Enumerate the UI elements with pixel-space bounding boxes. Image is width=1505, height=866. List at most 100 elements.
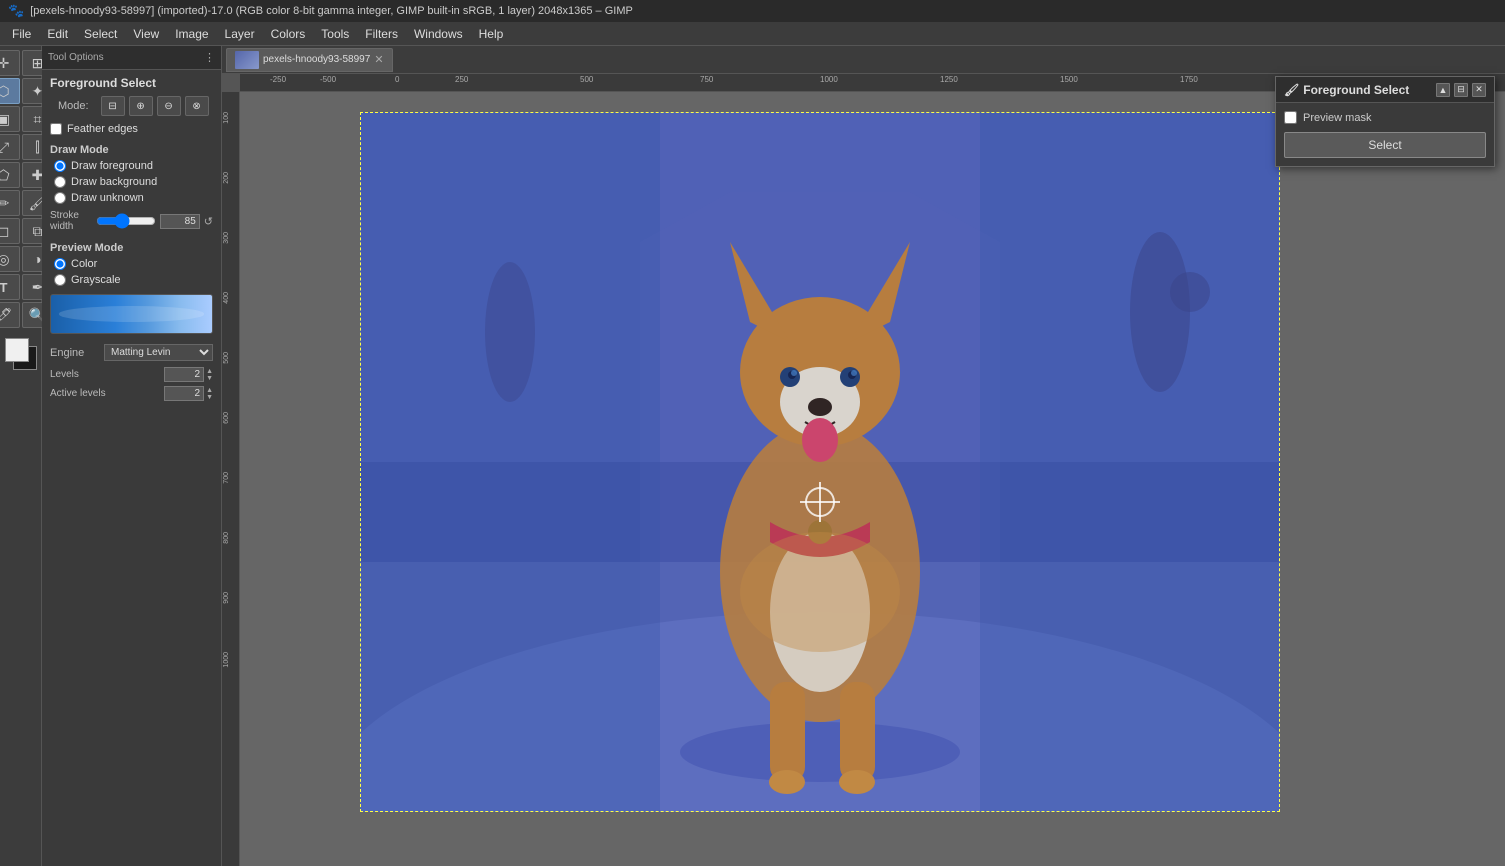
- image-tab[interactable]: pexels-hnoody93-58997 ✕: [226, 48, 393, 72]
- draw-background-row: Draw background: [42, 174, 221, 190]
- active-levels-spinner-arrows[interactable]: ▲ ▼: [206, 387, 213, 401]
- free-select-tool[interactable]: ⬡: [0, 78, 20, 104]
- menu-item-colors[interactable]: Colors: [263, 25, 314, 43]
- fg-panel-title-bar: 🖌 Foreground Select ▲ ⊟ ✕: [1276, 77, 1494, 103]
- stroke-width-slider[interactable]: [96, 213, 156, 229]
- select-button[interactable]: Select: [1284, 132, 1486, 158]
- fg-panel-title-text: Foreground Select: [1303, 83, 1409, 97]
- engine-select[interactable]: Matting Levin Matting Global: [104, 344, 213, 361]
- canvas-viewport[interactable]: [240, 92, 1505, 866]
- text-tool[interactable]: T: [0, 274, 20, 300]
- engine-label: Engine: [50, 347, 100, 359]
- tool-options-panel: Tool Options ⋮ Foreground Select Mode: ⊟…: [42, 46, 222, 866]
- draw-mode-section-label: Draw Mode: [42, 138, 221, 158]
- draw-background-radio[interactable]: [54, 176, 66, 188]
- foreground-color-swatch[interactable]: [5, 338, 29, 362]
- ruler-tick-label: 1750: [1180, 75, 1198, 84]
- menu-item-tools[interactable]: Tools: [313, 25, 357, 43]
- image-tabs: pexels-hnoody93-58997 ✕: [222, 46, 1505, 74]
- blur-tool[interactable]: ◎: [0, 246, 20, 272]
- ruler-tick-label: 0: [395, 75, 399, 84]
- menu-item-edit[interactable]: Edit: [39, 25, 76, 43]
- levels-value[interactable]: [164, 367, 204, 382]
- ruler-v-tick: 400: [223, 292, 230, 304]
- close-icon: ✕: [1475, 84, 1483, 95]
- ruler-v-tick: 300: [223, 232, 230, 244]
- mode-intersect-tab[interactable]: ⊗: [185, 96, 209, 116]
- mode-replace-tab[interactable]: ⊟: [101, 96, 125, 116]
- ruler-vertical: 100 200 300 400 500 600 700 800 900 1000: [222, 92, 240, 866]
- levels-label: Levels: [50, 369, 160, 380]
- fg-panel-close-btn[interactable]: ✕: [1472, 83, 1486, 97]
- color-preview-radio[interactable]: [54, 258, 66, 270]
- perspective-tool[interactable]: ⬠: [0, 162, 20, 188]
- menu-item-file[interactable]: File: [4, 25, 39, 43]
- tab-close-icon[interactable]: ✕: [374, 53, 383, 66]
- pencil-tool[interactable]: ✏: [0, 190, 20, 216]
- draw-unknown-radio[interactable]: [54, 192, 66, 204]
- tool-options-header: Tool Options ⋮: [42, 46, 221, 70]
- fg-panel-detach-btn[interactable]: ⊟: [1454, 83, 1468, 97]
- fg-panel-collapse-btn[interactable]: ▲: [1436, 83, 1450, 97]
- stroke-width-reset-icon[interactable]: ↺: [204, 215, 213, 228]
- title-bar: 🐾 [pexels-hnoody93-58997] (imported)-17.…: [0, 0, 1505, 22]
- feather-edges-checkbox[interactable]: [50, 123, 62, 135]
- stroke-width-value[interactable]: 85: [160, 214, 200, 229]
- feather-edges-row: Feather edges: [42, 120, 221, 138]
- tool-name-title: Foreground Select: [42, 70, 221, 94]
- preview-mask-checkbox[interactable]: [1284, 111, 1297, 124]
- title-text: [pexels-hnoody93-58997] (imported)-17.0 …: [30, 5, 633, 17]
- fg-select-panel: 🖌 Foreground Select ▲ ⊟ ✕: [1275, 76, 1495, 167]
- ruler-tick-label: 1500: [1060, 75, 1078, 84]
- canvas-area: pexels-hnoody93-58997 ✕ -250 -500 0 250 …: [222, 46, 1505, 866]
- active-levels-row: Active levels ▲ ▼: [42, 384, 221, 403]
- scale-tool[interactable]: ⤢: [0, 134, 20, 160]
- draw-unknown-row: Draw unknown: [42, 190, 221, 206]
- mode-row: Mode: ⊟ ⊕ ⊖ ⊗: [42, 94, 221, 120]
- menu-item-filters[interactable]: Filters: [357, 25, 406, 43]
- eraser-tool[interactable]: ◻: [0, 218, 20, 244]
- menu-item-help[interactable]: Help: [471, 25, 512, 43]
- color-picker-tool[interactable]: 🖋: [0, 302, 20, 328]
- ruler-tick-label: 750: [700, 75, 713, 84]
- ruler-v-tick: 600: [223, 412, 230, 424]
- panel-menu-icon[interactable]: ⋮: [204, 51, 215, 64]
- collapse-icon: ▲: [1439, 85, 1448, 95]
- ruler-v-content: 100 200 300 400 500 600 700 800 900 1000: [222, 92, 239, 866]
- rect-select-tool[interactable]: ▣: [0, 106, 20, 132]
- grayscale-preview-radio[interactable]: [54, 274, 66, 286]
- menu-bar: FileEditSelectViewImageLayerColorsToolsF…: [0, 22, 1505, 46]
- dog-image-svg: [360, 112, 1280, 812]
- active-levels-label: Active levels: [50, 388, 160, 399]
- menu-item-view[interactable]: View: [125, 25, 167, 43]
- tool-options-header-label: Tool Options: [48, 52, 104, 63]
- menu-item-layer[interactable]: Layer: [217, 25, 263, 43]
- menu-item-image[interactable]: Image: [167, 25, 216, 43]
- color-preview-row: Color: [42, 256, 221, 272]
- mode-label: Mode:: [50, 98, 97, 114]
- ruler-v-tick: 100: [223, 112, 230, 124]
- move-tool[interactable]: ✛: [0, 50, 20, 76]
- ruler-v-tick: 900: [223, 592, 230, 604]
- menu-item-select[interactable]: Select: [76, 25, 125, 43]
- preview-mask-label: Preview mask: [1303, 112, 1371, 124]
- draw-foreground-label: Draw foreground: [71, 160, 153, 172]
- stroke-width-row: Stroke width 85 ↺: [42, 206, 221, 236]
- feather-edges-label: Feather edges: [67, 123, 138, 135]
- fg-panel-body: Preview mask Select: [1276, 103, 1494, 166]
- levels-spinner-arrows[interactable]: ▲ ▼: [206, 368, 213, 382]
- draw-foreground-radio[interactable]: [54, 160, 66, 172]
- image-canvas: [360, 112, 1280, 812]
- ruler-v-tick: 700: [223, 472, 230, 484]
- menu-item-windows[interactable]: Windows: [406, 25, 471, 43]
- ruler-tick-label: -500: [320, 75, 336, 84]
- ruler-tick-label: -250: [270, 75, 286, 84]
- mode-add-tab[interactable]: ⊕: [129, 96, 153, 116]
- preview-mask-row: Preview mask: [1284, 111, 1486, 124]
- canvas-with-rulers: -250 -500 0 250 500 750 1000 1250 1500 1…: [222, 74, 1505, 866]
- levels-row: Levels ▲ ▼: [42, 365, 221, 384]
- active-levels-value[interactable]: [164, 386, 204, 401]
- tab-thumbnail: [235, 51, 259, 69]
- engine-row: Engine Matting Levin Matting Global: [42, 340, 221, 365]
- mode-subtract-tab[interactable]: ⊖: [157, 96, 181, 116]
